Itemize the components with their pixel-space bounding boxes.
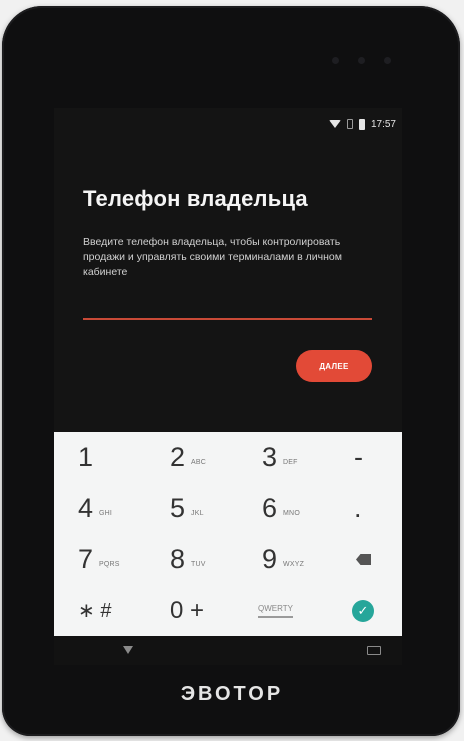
camera-dot: [384, 57, 391, 64]
status-time: 17:57: [370, 118, 396, 130]
key-2[interactable]: 2 ABC: [146, 432, 238, 483]
key-letters: WXYZ: [283, 561, 305, 568]
key-digit: 0 +: [170, 596, 205, 624]
key-0-plus[interactable]: 0 +: [146, 585, 238, 636]
keyboard-switch-key[interactable]: QWERTY: [238, 585, 330, 636]
key-minus[interactable]: -: [330, 432, 402, 483]
key-5[interactable]: 5 JKL: [146, 483, 238, 534]
keyboard-language-label: QWERTY: [258, 604, 293, 618]
brand-logo: ЭВОТОР: [180, 683, 284, 705]
key-1[interactable]: 1: [54, 432, 146, 483]
key-letters: PQRS: [99, 561, 120, 568]
screen: 17:57 Телефон владельца Введите телефон …: [54, 108, 402, 665]
key-letters: ABC: [191, 459, 207, 466]
key-star-hash[interactable]: ∗ #: [54, 585, 146, 636]
key-digit: .: [354, 493, 362, 523]
navigation-bar: [54, 636, 402, 665]
key-letters: JKL: [191, 510, 204, 517]
sim-icon: [346, 119, 353, 129]
key-digit: 9: [262, 544, 278, 574]
page-title: Телефон владельца: [83, 186, 308, 211]
key-letters: GHI: [99, 510, 113, 517]
camera-dot: [358, 57, 365, 64]
camera-dot: [332, 57, 339, 64]
keyboard-icon[interactable]: [367, 646, 381, 655]
key-6[interactable]: 6 MNO: [238, 483, 330, 534]
done-key[interactable]: ✓: [330, 585, 402, 636]
key-4[interactable]: 4 GHI: [54, 483, 146, 534]
key-digit: ∗ #: [78, 600, 112, 622]
status-bar: 17:57: [328, 117, 396, 131]
phone-input[interactable]: [83, 298, 372, 320]
key-digit: 5: [170, 493, 186, 523]
backspace-icon: [356, 554, 371, 565]
key-9[interactable]: 9 WXYZ: [238, 534, 330, 585]
key-digit: -: [354, 442, 363, 472]
key-digit: 3: [262, 442, 278, 472]
check-icon: ✓: [352, 599, 374, 622]
key-dot[interactable]: .: [330, 483, 402, 534]
key-letters: TUV: [191, 561, 206, 568]
back-icon[interactable]: [123, 646, 133, 654]
battery-icon: [358, 118, 365, 130]
key-digit: 8: [170, 544, 186, 574]
delete-key[interactable]: [330, 534, 402, 585]
numeric-keypad: 1 2 ABC 3 DEF - 4 GHI 5 JKL 6 MNO . 7 PQRS 8 TU…: [54, 432, 402, 636]
key-digit: 6: [262, 493, 278, 523]
wifi-icon: [328, 120, 341, 128]
key-digit: 4: [78, 493, 94, 523]
page-description: Введите телефон владельца, чтобы контрол…: [83, 236, 342, 278]
key-digit: 7: [78, 544, 94, 574]
key-letters: DEF: [283, 459, 298, 466]
key-3[interactable]: 3 DEF: [238, 432, 330, 483]
key-letters: MNO: [283, 510, 300, 517]
key-8[interactable]: 8 TUV: [146, 534, 238, 585]
key-digit: 2: [170, 442, 186, 472]
key-digit: 1: [78, 442, 94, 472]
key-7[interactable]: 7 PQRS: [54, 534, 146, 585]
next-button[interactable]: ДАЛЕЕ: [296, 350, 372, 382]
